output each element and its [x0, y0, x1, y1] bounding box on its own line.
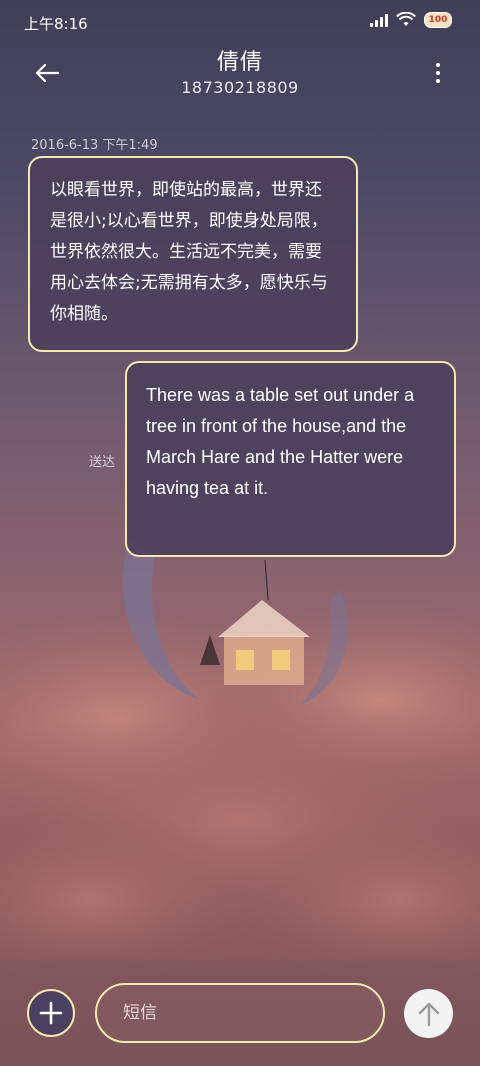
status-time: 上午8:16 — [24, 15, 88, 33]
status-icons: 100 — [370, 12, 452, 28]
delivery-status: 送达 — [89, 455, 116, 470]
battery-icon: 100 — [424, 12, 452, 28]
plus-icon — [39, 1001, 63, 1025]
message-input-placeholder: 短信 — [123, 1003, 157, 1023]
signal-icon — [370, 13, 388, 27]
contact-name: 倩倩 — [216, 50, 263, 75]
incoming-message-bubble[interactable]: 以眼看世界，即使站的最高，世界还是很小;以心看世界，即使身处局限，世界依然很大。… — [28, 156, 358, 352]
message-text: There was a table set out under a tree i… — [146, 385, 415, 498]
status-bar: 上午8:16 100 — [0, 0, 480, 44]
message-text: 以眼看世界，即使站的最高，世界还是很小;以心看世界，即使身处局限，世界依然很大。… — [50, 180, 328, 324]
message-timestamp: 2016-6-13 下午1:49 — [31, 138, 158, 153]
more-options-button[interactable] — [430, 58, 446, 88]
send-button[interactable] — [404, 989, 453, 1038]
more-vertical-icon — [436, 63, 440, 67]
wifi-icon — [396, 12, 416, 26]
message-input[interactable]: 短信 — [95, 983, 385, 1043]
contact-phone-number: 18730218809 — [181, 78, 299, 97]
conversation-header: 倩倩 18730218809 — [0, 44, 480, 108]
outgoing-message-bubble[interactable]: There was a table set out under a tree i… — [125, 361, 456, 557]
add-attachment-button[interactable] — [27, 989, 75, 1037]
arrow-up-icon — [418, 1002, 439, 1026]
